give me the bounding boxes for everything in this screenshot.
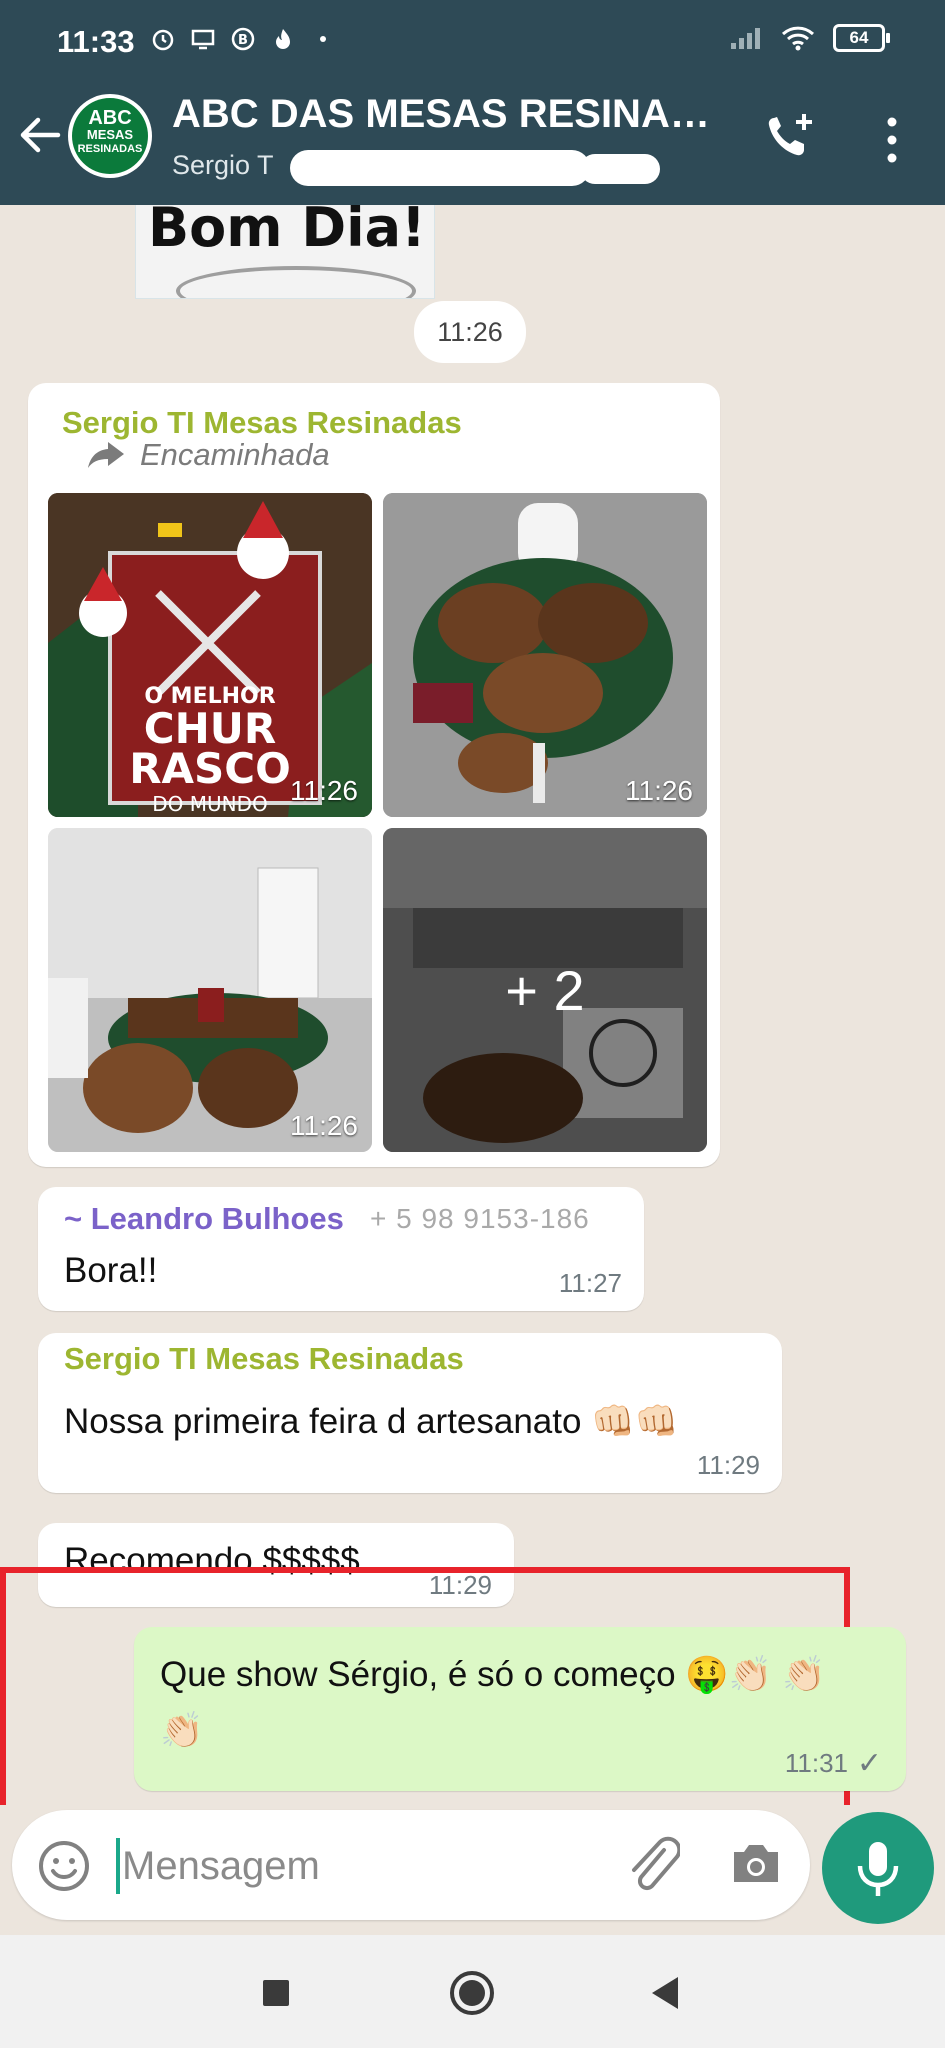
message-composer[interactable]: [12, 1810, 810, 1920]
b-badge-icon: B: [231, 27, 255, 51]
forwarded-label: Encaminhada: [86, 437, 330, 473]
sender-phone: + 5 98 9153-186: [370, 1203, 590, 1234]
status-bar: 11:33 B 64: [0, 0, 945, 84]
chat-title[interactable]: ABC DAS MESAS RESINAD...: [172, 92, 732, 137]
sign-text-3: RASCO: [129, 744, 291, 793]
chat-area[interactable]: Bom Dia! 11:26 Sergio TI Mesas Resinadas…: [0, 205, 945, 1805]
add-call-icon[interactable]: [760, 108, 820, 168]
top-bar: 11:33 B 64 ABC MESAS RESINADAS ABC DAS M…: [0, 0, 945, 205]
album-photo-2[interactable]: 11:26: [383, 493, 707, 817]
sign-text-4: DO MUNDO: [152, 792, 268, 816]
alarm-icon: [152, 29, 174, 51]
recent-apps-square-icon[interactable]: [250, 1967, 302, 2019]
avatar-line-3: RESINADAS: [77, 143, 143, 155]
signal-icon: [731, 28, 760, 49]
photo-timestamp: 11:26: [625, 775, 693, 806]
redaction-scribble: [580, 154, 660, 184]
chat-header[interactable]: ABC MESAS RESINADAS ABC DAS MESAS RESINA…: [0, 84, 945, 205]
more-photos-overlay[interactable]: + 2: [383, 828, 707, 1152]
message-input[interactable]: [122, 1828, 602, 1904]
forwarded-text: Encaminhada: [140, 437, 330, 472]
emoji-icon[interactable]: [36, 1838, 92, 1894]
status-notification-icons: B: [150, 26, 336, 52]
album-photo-3[interactable]: 11:26: [48, 828, 372, 1152]
message-time: 11:27: [558, 1268, 622, 1298]
redaction-scribble: [290, 150, 590, 186]
sender-name[interactable]: ~ Leandro Bulhoes: [64, 1201, 344, 1237]
attach-paperclip-icon[interactable]: [624, 1836, 680, 1896]
avatar-line-2: MESAS: [86, 127, 134, 142]
avatar-line-1: ABC: [88, 107, 132, 129]
photo-timestamp: 11:26: [290, 775, 358, 806]
home-circle-icon[interactable]: [446, 1967, 498, 2019]
image-message-bom-dia[interactable]: Bom Dia!: [135, 205, 435, 299]
text-cursor: [116, 1838, 120, 1894]
album-photo-1[interactable]: O MELHOR CHUR RASCO DO MUNDO 11:26: [48, 493, 372, 817]
screen-icon: [191, 29, 215, 50]
svg-text:B: B: [238, 33, 248, 48]
message-text: Que show Sérgio, é só o começo 🤑👏🏻 👏🏻👏🏻: [160, 1655, 826, 1750]
voice-record-button[interactable]: [822, 1812, 934, 1924]
message-bubble-leandro[interactable]: ~ Leandro Bulhoes + 5 98 9153-186 Bora!!…: [38, 1187, 644, 1311]
album-photo-4[interactable]: + 2: [383, 828, 707, 1152]
message-time: 11:29: [696, 1450, 760, 1480]
message-bubble-sergio[interactable]: Sergio TI Mesas Resinadas Nossa primeira…: [38, 1333, 782, 1493]
timestamp-chip: 11:26: [414, 301, 526, 363]
dot-icon: [320, 36, 326, 42]
sender-name[interactable]: Sergio TI Mesas Resinadas: [64, 1341, 464, 1377]
system-navigation-bar: [0, 1935, 945, 2048]
forward-arrow-icon: [88, 442, 124, 468]
flame-icon: [276, 29, 290, 49]
sent-check-icon: ✓: [856, 1747, 882, 1780]
battery-icon: 64: [833, 24, 890, 52]
overflow-menu-icon[interactable]: [872, 110, 912, 170]
back-triangle-icon[interactable]: [640, 1967, 692, 2019]
photo-timestamp: 11:26: [290, 1110, 358, 1141]
message-time: 11:31: [784, 1748, 848, 1778]
group-avatar[interactable]: ABC MESAS RESINADAS: [68, 94, 152, 178]
back-arrow-icon[interactable]: [14, 110, 64, 160]
message-text: Nossa primeira feira d artesanato 👊🏻👊🏻: [64, 1402, 679, 1441]
group-avatar-logo: ABC MESAS RESINADAS: [72, 98, 148, 174]
camera-icon[interactable]: [728, 1836, 784, 1892]
album-message-bubble[interactable]: Sergio TI Mesas Resinadas Encaminhada O …: [28, 383, 720, 1167]
outgoing-message-bubble[interactable]: Que show Sérgio, é só o começo 🤑👏🏻 👏🏻👏🏻 …: [134, 1627, 906, 1791]
microphone-icon: [857, 1842, 899, 1896]
photo-grill-sign: O MELHOR CHUR RASCO DO MUNDO: [48, 493, 372, 817]
photo-exhibit-display: [48, 828, 372, 1152]
sender-name[interactable]: Sergio TI Mesas Resinadas: [62, 405, 462, 441]
image-text: Bom Dia!: [148, 205, 426, 259]
status-time: 11:33: [57, 24, 135, 59]
plate-illustration: [176, 266, 416, 298]
photo-table-top-view: [383, 493, 707, 817]
wifi-icon: [781, 26, 815, 51]
status-system-icons: 64: [729, 24, 890, 52]
message-text: Bora!!: [64, 1251, 158, 1290]
